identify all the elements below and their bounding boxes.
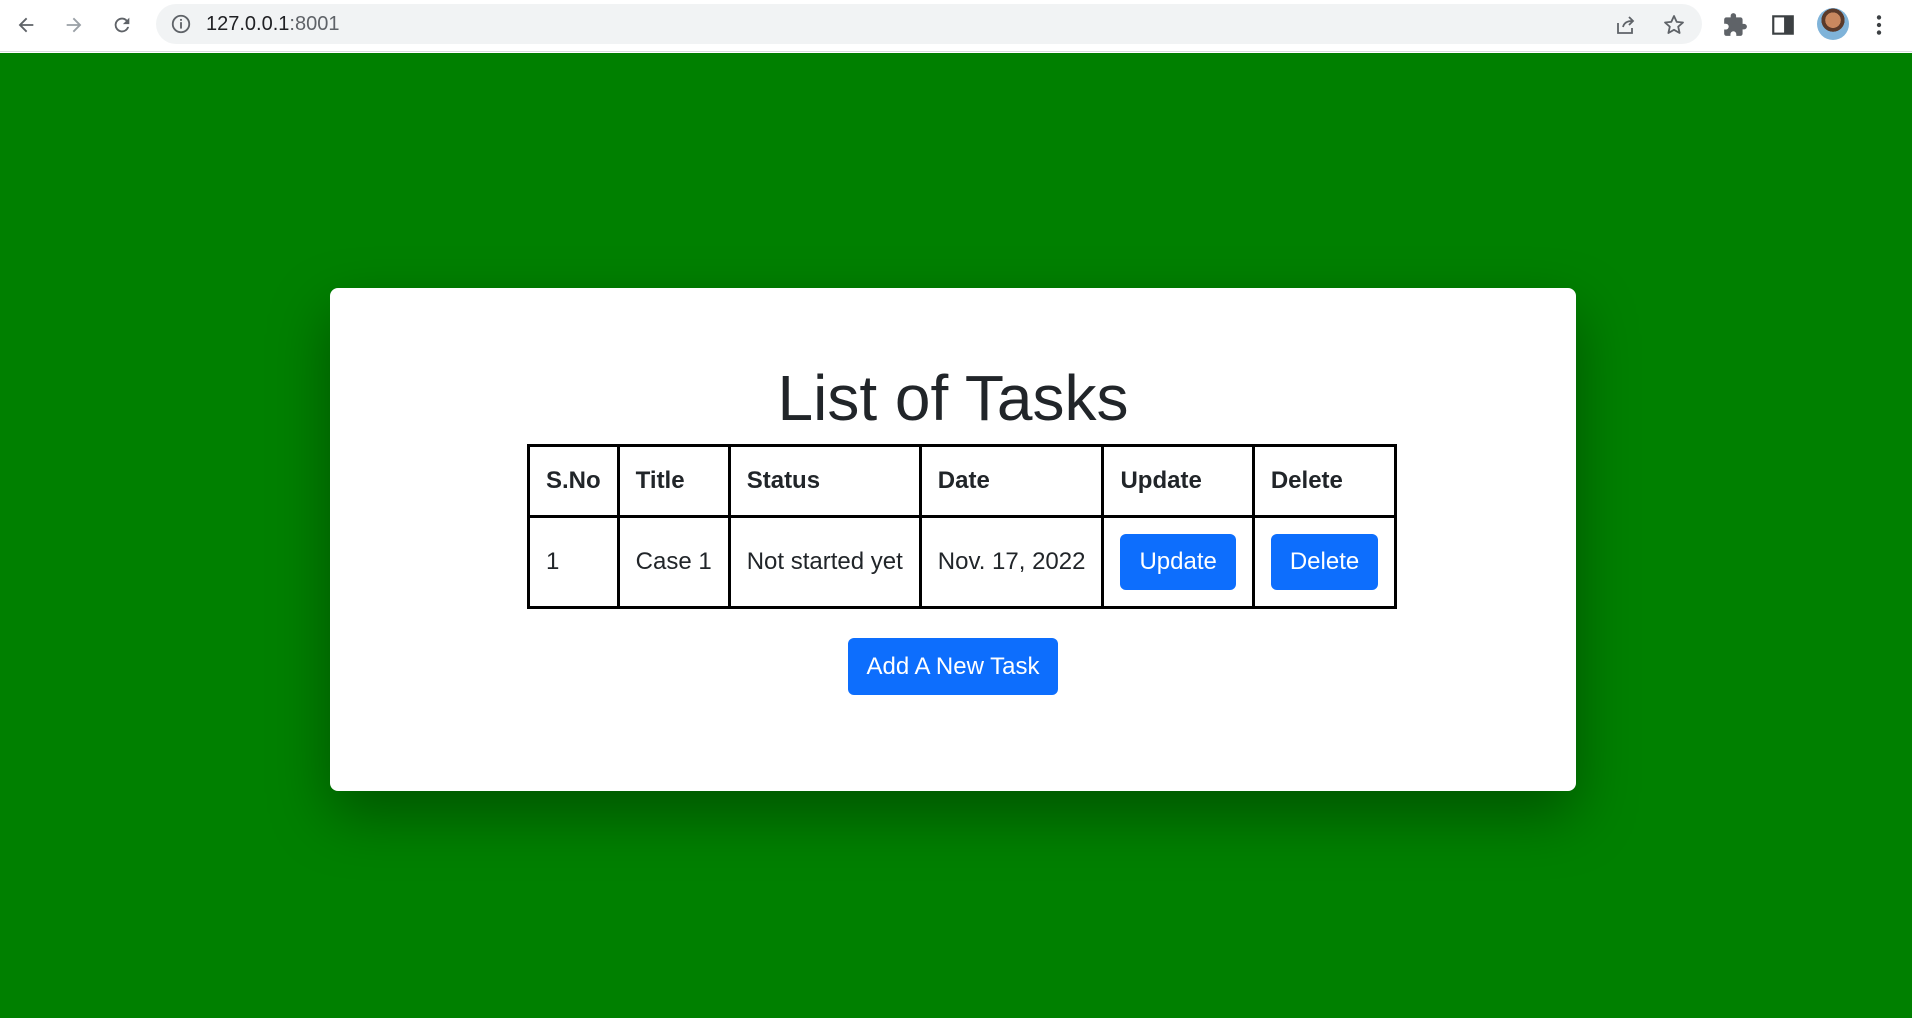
header-sno: S.No — [527, 444, 620, 518]
url-host: 127.0.0.1 — [206, 13, 290, 35]
address-bar[interactable]: 127.0.0.1:8001 — [156, 4, 1702, 44]
delete-button[interactable]: Delete — [1270, 534, 1379, 590]
url-port: :8001 — [289, 13, 340, 35]
tasks-table: S.No Title Status Date Update Delete 1 C… — [527, 444, 1398, 609]
info-icon[interactable] — [170, 13, 192, 35]
back-arrow-icon — [18, 17, 34, 33]
forward-arrow-icon — [66, 17, 82, 33]
share-icon[interactable] — [1614, 13, 1638, 37]
forward-button[interactable] — [58, 9, 90, 41]
cell-status: Not started yet — [727, 515, 922, 609]
table-header-row: S.No Title Status Date Update Delete — [527, 444, 1398, 518]
header-title: Title — [616, 444, 731, 518]
url-text[interactable]: 127.0.0.1:8001 — [206, 14, 339, 34]
star-icon[interactable] — [1662, 13, 1686, 37]
side-panel-icon[interactable] — [1770, 12, 1796, 38]
browser-toolbar: 127.0.0.1:8001 — [0, 0, 1912, 52]
reload-icon — [114, 17, 130, 33]
header-status: Status — [727, 444, 922, 518]
cell-delete: Delete — [1251, 515, 1398, 609]
reload-button[interactable] — [106, 9, 138, 41]
update-button[interactable]: Update — [1120, 534, 1236, 590]
header-update: Update — [1101, 444, 1255, 518]
add-task-button[interactable]: Add A New Task — [848, 638, 1058, 695]
cell-update: Update — [1101, 515, 1255, 609]
tasks-card: List of Tasks S.No Title Status Date Upd… — [330, 288, 1576, 791]
avatar[interactable] — [1817, 8, 1849, 40]
header-delete: Delete — [1251, 444, 1398, 518]
table-row: 1 Case 1 Not started yet Nov. 17, 2022 U… — [527, 515, 1398, 609]
cell-date: Nov. 17, 2022 — [918, 515, 1105, 609]
puzzle-icon[interactable] — [1722, 12, 1748, 38]
page-title: List of Tasks — [777, 362, 1129, 434]
kebab-menu-icon[interactable] — [1866, 12, 1892, 38]
back-button[interactable] — [10, 9, 42, 41]
cell-sno: 1 — [527, 515, 620, 609]
cell-title: Case 1 — [616, 515, 731, 609]
header-date: Date — [918, 444, 1105, 518]
page-background: List of Tasks S.No Title Status Date Upd… — [0, 53, 1912, 1018]
